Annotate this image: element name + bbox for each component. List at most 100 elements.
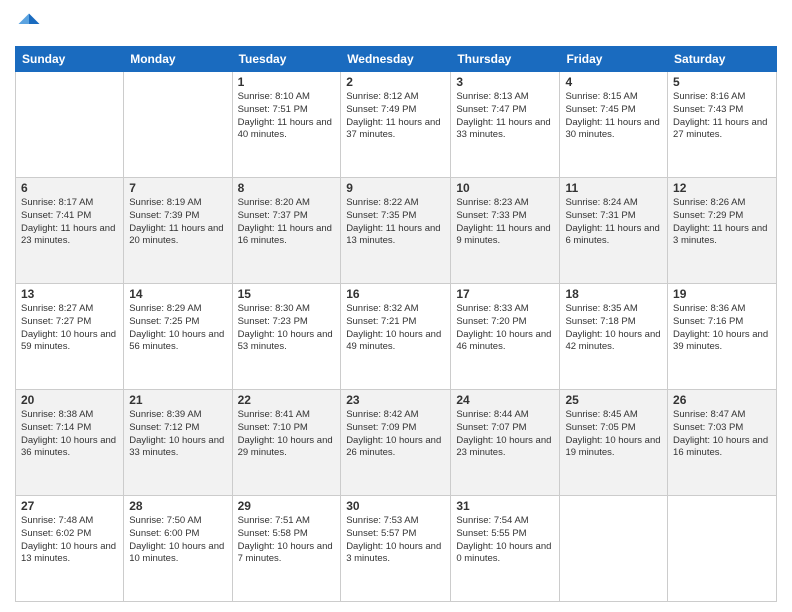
day-info: Sunrise: 7:53 AM Sunset: 5:57 PM Dayligh…: [346, 515, 445, 566]
calendar-week-row: 20 Sunrise: 8:38 AM Sunset: 7:14 PM Dayli…: [16, 390, 777, 496]
day-number: 23: [346, 393, 445, 407]
calendar-cell: 20 Sunrise: 8:38 AM Sunset: 7:14 PM Dayli…: [16, 390, 124, 496]
day-info: Sunrise: 8:33 AM Sunset: 7:20 PM Dayligh…: [456, 303, 554, 354]
day-number: 26: [673, 393, 771, 407]
calendar-cell: 25 Sunrise: 8:45 AM Sunset: 7:05 PM Dayli…: [560, 390, 668, 496]
day-number: 25: [565, 393, 662, 407]
calendar-cell: 2 Sunrise: 8:12 AM Sunset: 7:49 PM Daylig…: [341, 72, 451, 178]
day-info: Sunrise: 8:12 AM Sunset: 7:49 PM Dayligh…: [346, 91, 445, 142]
calendar-cell: [16, 72, 124, 178]
day-number: 24: [456, 393, 554, 407]
day-number: 15: [238, 287, 336, 301]
calendar-cell: 13 Sunrise: 8:27 AM Sunset: 7:27 PM Dayli…: [16, 284, 124, 390]
calendar-cell: 28Sunrise: 7:50 AM Sunset: 6:00 PM Dayli…: [124, 496, 232, 602]
day-number: 16: [346, 287, 445, 301]
day-info: Sunrise: 8:26 AM Sunset: 7:29 PM Dayligh…: [673, 197, 771, 248]
day-number: 4: [565, 75, 662, 89]
day-number: 22: [238, 393, 336, 407]
logo-icon: [15, 10, 43, 38]
day-info: Sunrise: 8:15 AM Sunset: 7:45 PM Dayligh…: [565, 91, 662, 142]
page: SundayMondayTuesdayWednesdayThursdayFrid…: [0, 0, 792, 612]
calendar-cell: 5Sunrise: 8:16 AM Sunset: 7:43 PM Daylig…: [668, 72, 777, 178]
weekday-header: Wednesday: [341, 47, 451, 72]
day-number: 31: [456, 499, 554, 513]
day-info: Sunrise: 8:29 AM Sunset: 7:25 PM Dayligh…: [129, 303, 226, 354]
calendar-cell: 3 Sunrise: 8:13 AM Sunset: 7:47 PM Daylig…: [451, 72, 560, 178]
day-info: Sunrise: 8:42 AM Sunset: 7:09 PM Dayligh…: [346, 409, 445, 460]
calendar-cell: 29Sunrise: 7:51 AM Sunset: 5:58 PM Dayli…: [232, 496, 341, 602]
day-number: 13: [21, 287, 118, 301]
calendar-cell: 8 Sunrise: 8:20 AM Sunset: 7:37 PM Daylig…: [232, 178, 341, 284]
day-number: 20: [21, 393, 118, 407]
day-number: 6: [21, 181, 118, 195]
day-number: 14: [129, 287, 226, 301]
day-info: Sunrise: 8:47 AM Sunset: 7:03 PM Dayligh…: [673, 409, 771, 460]
day-info: Sunrise: 8:17 AM Sunset: 7:41 PM Dayligh…: [21, 197, 118, 248]
day-info: Sunrise: 8:10 AM Sunset: 7:51 PM Dayligh…: [238, 91, 336, 142]
calendar-cell: 14 Sunrise: 8:29 AM Sunset: 7:25 PM Dayli…: [124, 284, 232, 390]
day-info: Sunrise: 8:35 AM Sunset: 7:18 PM Dayligh…: [565, 303, 662, 354]
calendar-table: SundayMondayTuesdayWednesdayThursdayFrid…: [15, 46, 777, 602]
day-info: Sunrise: 8:44 AM Sunset: 7:07 PM Dayligh…: [456, 409, 554, 460]
weekday-header: Sunday: [16, 47, 124, 72]
calendar-cell: 1 Sunrise: 8:10 AM Sunset: 7:51 PM Daylig…: [232, 72, 341, 178]
day-info: Sunrise: 8:13 AM Sunset: 7:47 PM Dayligh…: [456, 91, 554, 142]
calendar-cell: [124, 72, 232, 178]
day-info: Sunrise: 8:38 AM Sunset: 7:14 PM Dayligh…: [21, 409, 118, 460]
day-info: Sunrise: 8:27 AM Sunset: 7:27 PM Dayligh…: [21, 303, 118, 354]
day-number: 9: [346, 181, 445, 195]
day-info: Sunrise: 8:39 AM Sunset: 7:12 PM Dayligh…: [129, 409, 226, 460]
day-number: 7: [129, 181, 226, 195]
calendar-cell: 26 Sunrise: 8:47 AM Sunset: 7:03 PM Dayli…: [668, 390, 777, 496]
day-number: 19: [673, 287, 771, 301]
day-info: Sunrise: 7:51 AM Sunset: 5:58 PM Dayligh…: [238, 515, 336, 566]
calendar-cell: 4 Sunrise: 8:15 AM Sunset: 7:45 PM Daylig…: [560, 72, 668, 178]
calendar-cell: 24 Sunrise: 8:44 AM Sunset: 7:07 PM Dayli…: [451, 390, 560, 496]
calendar-cell: 27Sunrise: 7:48 AM Sunset: 6:02 PM Dayli…: [16, 496, 124, 602]
day-info: Sunrise: 8:22 AM Sunset: 7:35 PM Dayligh…: [346, 197, 445, 248]
day-info: Sunrise: 8:36 AM Sunset: 7:16 PM Dayligh…: [673, 303, 771, 354]
day-number: 21: [129, 393, 226, 407]
day-number: 2: [346, 75, 445, 89]
calendar-cell: 9 Sunrise: 8:22 AM Sunset: 7:35 PM Daylig…: [341, 178, 451, 284]
weekday-header: Saturday: [668, 47, 777, 72]
calendar-cell: 16Sunrise: 8:32 AM Sunset: 7:21 PM Dayli…: [341, 284, 451, 390]
day-number: 8: [238, 181, 336, 195]
header: [15, 10, 777, 38]
day-number: 12: [673, 181, 771, 195]
day-number: 1: [238, 75, 336, 89]
calendar-cell: [560, 496, 668, 602]
calendar-cell: 22 Sunrise: 8:41 AM Sunset: 7:10 PM Dayli…: [232, 390, 341, 496]
day-number: 5: [673, 75, 771, 89]
calendar-cell: 23 Sunrise: 8:42 AM Sunset: 7:09 PM Dayli…: [341, 390, 451, 496]
day-info: Sunrise: 8:30 AM Sunset: 7:23 PM Dayligh…: [238, 303, 336, 354]
weekday-header: Thursday: [451, 47, 560, 72]
calendar-cell: 15 Sunrise: 8:30 AM Sunset: 7:23 PM Dayli…: [232, 284, 341, 390]
day-info: Sunrise: 7:48 AM Sunset: 6:02 PM Dayligh…: [21, 515, 118, 566]
weekday-header: Friday: [560, 47, 668, 72]
calendar-week-row: 6 Sunrise: 8:17 AM Sunset: 7:41 PM Daylig…: [16, 178, 777, 284]
day-number: 17: [456, 287, 554, 301]
calendar-cell: 19 Sunrise: 8:36 AM Sunset: 7:16 PM Dayli…: [668, 284, 777, 390]
calendar-cell: 7 Sunrise: 8:19 AM Sunset: 7:39 PM Daylig…: [124, 178, 232, 284]
calendar-cell: 30Sunrise: 7:53 AM Sunset: 5:57 PM Dayli…: [341, 496, 451, 602]
weekday-header-row: SundayMondayTuesdayWednesdayThursdayFrid…: [16, 47, 777, 72]
logo: [15, 10, 47, 38]
day-number: 3: [456, 75, 554, 89]
calendar-cell: 12 Sunrise: 8:26 AM Sunset: 7:29 PM Dayli…: [668, 178, 777, 284]
calendar-cell: 10Sunrise: 8:23 AM Sunset: 7:33 PM Dayli…: [451, 178, 560, 284]
calendar-cell: 21 Sunrise: 8:39 AM Sunset: 7:12 PM Dayli…: [124, 390, 232, 496]
day-info: Sunrise: 8:19 AM Sunset: 7:39 PM Dayligh…: [129, 197, 226, 248]
day-info: Sunrise: 7:50 AM Sunset: 6:00 PM Dayligh…: [129, 515, 226, 566]
day-info: Sunrise: 8:20 AM Sunset: 7:37 PM Dayligh…: [238, 197, 336, 248]
calendar-cell: 31 Sunrise: 7:54 AM Sunset: 5:55 PM Dayli…: [451, 496, 560, 602]
day-info: Sunrise: 7:54 AM Sunset: 5:55 PM Dayligh…: [456, 515, 554, 566]
calendar-week-row: 13 Sunrise: 8:27 AM Sunset: 7:27 PM Dayli…: [16, 284, 777, 390]
calendar-cell: 6 Sunrise: 8:17 AM Sunset: 7:41 PM Daylig…: [16, 178, 124, 284]
calendar-week-row: 1 Sunrise: 8:10 AM Sunset: 7:51 PM Daylig…: [16, 72, 777, 178]
calendar-week-row: 27Sunrise: 7:48 AM Sunset: 6:02 PM Dayli…: [16, 496, 777, 602]
day-info: Sunrise: 8:45 AM Sunset: 7:05 PM Dayligh…: [565, 409, 662, 460]
weekday-header: Monday: [124, 47, 232, 72]
day-info: Sunrise: 8:24 AM Sunset: 7:31 PM Dayligh…: [565, 197, 662, 248]
day-info: Sunrise: 8:41 AM Sunset: 7:10 PM Dayligh…: [238, 409, 336, 460]
